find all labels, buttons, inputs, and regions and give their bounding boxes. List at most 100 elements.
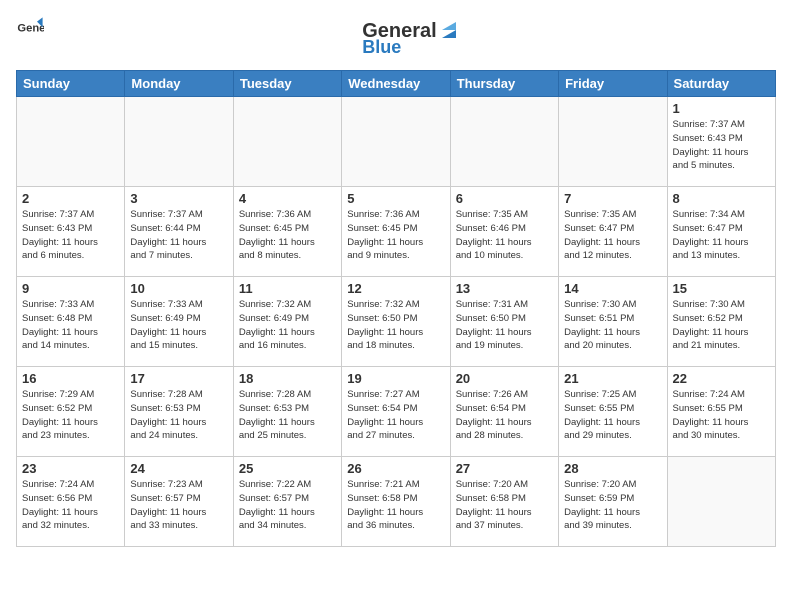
calendar-cell — [233, 97, 341, 187]
day-info: Sunrise: 7:23 AM Sunset: 6:57 PM Dayligh… — [130, 478, 227, 533]
header: General General Blue — [16, 16, 776, 58]
weekday-header-thursday: Thursday — [450, 71, 558, 97]
day-number: 25 — [239, 461, 336, 476]
day-info: Sunrise: 7:32 AM Sunset: 6:50 PM Dayligh… — [347, 298, 444, 353]
weekday-header-sunday: Sunday — [17, 71, 125, 97]
day-number: 1 — [673, 101, 770, 116]
day-info: Sunrise: 7:25 AM Sunset: 6:55 PM Dayligh… — [564, 388, 661, 443]
day-info: Sunrise: 7:37 AM Sunset: 6:43 PM Dayligh… — [673, 118, 770, 173]
calendar-cell: 17 Sunrise: 7:28 AM Sunset: 6:53 PM Dayli… — [125, 367, 233, 457]
day-info: Sunrise: 7:37 AM Sunset: 6:43 PM Dayligh… — [22, 208, 119, 263]
day-number: 28 — [564, 461, 661, 476]
calendar-cell: 18 Sunrise: 7:28 AM Sunset: 6:53 PM Dayli… — [233, 367, 341, 457]
week-row-4: 16Sunrise: 7:29 AM Sunset: 6:52 PM Dayli… — [17, 367, 776, 457]
day-number: 10 — [130, 281, 227, 296]
day-info: Sunrise: 7:30 AM Sunset: 6:51 PM Dayligh… — [564, 298, 661, 353]
day-info: Sunrise: 7:21 AM Sunset: 6:58 PM Dayligh… — [347, 478, 444, 533]
calendar-cell — [559, 97, 667, 187]
weekday-header-monday: Monday — [125, 71, 233, 97]
logo: General — [16, 16, 46, 44]
calendar-cell: 2 Sunrise: 7:37 AM Sunset: 6:43 PM Daylig… — [17, 187, 125, 277]
day-number: 22 — [673, 371, 770, 386]
calendar-cell: 20 Sunrise: 7:26 AM Sunset: 6:54 PM Dayli… — [450, 367, 558, 457]
day-number: 19 — [347, 371, 444, 386]
calendar-cell: 26 Sunrise: 7:21 AM Sunset: 6:58 PM Dayli… — [342, 457, 450, 547]
day-info: Sunrise: 7:28 AM Sunset: 6:53 PM Dayligh… — [130, 388, 227, 443]
day-info: Sunrise: 7:30 AM Sunset: 6:52 PM Dayligh… — [673, 298, 770, 353]
day-info: Sunrise: 7:36 AM Sunset: 6:45 PM Dayligh… — [239, 208, 336, 263]
day-info: Sunrise: 7:27 AM Sunset: 6:54 PM Dayligh… — [347, 388, 444, 443]
calendar-cell: 4 Sunrise: 7:36 AM Sunset: 6:45 PM Daylig… — [233, 187, 341, 277]
calendar-cell: 27 Sunrise: 7:20 AM Sunset: 6:58 PM Dayli… — [450, 457, 558, 547]
weekday-header-tuesday: Tuesday — [233, 71, 341, 97]
day-number: 24 — [130, 461, 227, 476]
day-info: Sunrise: 7:28 AM Sunset: 6:53 PM Dayligh… — [239, 388, 336, 443]
weekday-header-friday: Friday — [559, 71, 667, 97]
day-info: Sunrise: 7:36 AM Sunset: 6:45 PM Dayligh… — [347, 208, 444, 263]
calendar-cell: 23Sunrise: 7:24 AM Sunset: 6:56 PM Dayli… — [17, 457, 125, 547]
calendar-cell: 24 Sunrise: 7:23 AM Sunset: 6:57 PM Dayli… — [125, 457, 233, 547]
calendar-cell: 21 Sunrise: 7:25 AM Sunset: 6:55 PM Dayli… — [559, 367, 667, 457]
calendar-cell: 28 Sunrise: 7:20 AM Sunset: 6:59 PM Dayli… — [559, 457, 667, 547]
day-number: 9 — [22, 281, 119, 296]
calendar-cell: 25 Sunrise: 7:22 AM Sunset: 6:57 PM Dayli… — [233, 457, 341, 547]
calendar-cell — [450, 97, 558, 187]
day-info: Sunrise: 7:32 AM Sunset: 6:49 PM Dayligh… — [239, 298, 336, 353]
weekday-header-row: SundayMondayTuesdayWednesdayThursdayFrid… — [17, 71, 776, 97]
calendar-cell: 15 Sunrise: 7:30 AM Sunset: 6:52 PM Dayli… — [667, 277, 775, 367]
day-number: 6 — [456, 191, 553, 206]
week-row-5: 23Sunrise: 7:24 AM Sunset: 6:56 PM Dayli… — [17, 457, 776, 547]
weekday-header-saturday: Saturday — [667, 71, 775, 97]
day-number: 14 — [564, 281, 661, 296]
logo-icon: General — [16, 16, 44, 44]
calendar-cell: 9 Sunrise: 7:33 AM Sunset: 6:48 PM Daylig… — [17, 277, 125, 367]
day-info: Sunrise: 7:24 AM Sunset: 6:55 PM Dayligh… — [673, 388, 770, 443]
day-number: 3 — [130, 191, 227, 206]
day-number: 4 — [239, 191, 336, 206]
weekday-header-wednesday: Wednesday — [342, 71, 450, 97]
week-row-1: 1 Sunrise: 7:37 AM Sunset: 6:43 PM Daylig… — [17, 97, 776, 187]
day-number: 18 — [239, 371, 336, 386]
logo-blue: Blue — [362, 37, 401, 58]
calendar-cell: 8Sunrise: 7:34 AM Sunset: 6:47 PM Daylig… — [667, 187, 775, 277]
day-number: 2 — [22, 191, 119, 206]
calendar-cell: 6 Sunrise: 7:35 AM Sunset: 6:46 PM Daylig… — [450, 187, 558, 277]
day-number: 26 — [347, 461, 444, 476]
day-info: Sunrise: 7:20 AM Sunset: 6:58 PM Dayligh… — [456, 478, 553, 533]
calendar-cell: 5Sunrise: 7:36 AM Sunset: 6:45 PM Daylig… — [342, 187, 450, 277]
day-info: Sunrise: 7:33 AM Sunset: 6:48 PM Dayligh… — [22, 298, 119, 353]
day-number: 11 — [239, 281, 336, 296]
day-number: 27 — [456, 461, 553, 476]
calendar-cell — [342, 97, 450, 187]
day-info: Sunrise: 7:24 AM Sunset: 6:56 PM Dayligh… — [22, 478, 119, 533]
week-row-2: 2 Sunrise: 7:37 AM Sunset: 6:43 PM Daylig… — [17, 187, 776, 277]
week-row-3: 9 Sunrise: 7:33 AM Sunset: 6:48 PM Daylig… — [17, 277, 776, 367]
calendar-cell: 14 Sunrise: 7:30 AM Sunset: 6:51 PM Dayli… — [559, 277, 667, 367]
day-number: 17 — [130, 371, 227, 386]
calendar-cell: 13Sunrise: 7:31 AM Sunset: 6:50 PM Dayli… — [450, 277, 558, 367]
day-number: 20 — [456, 371, 553, 386]
day-number: 15 — [673, 281, 770, 296]
day-info: Sunrise: 7:37 AM Sunset: 6:44 PM Dayligh… — [130, 208, 227, 263]
day-number: 7 — [564, 191, 661, 206]
day-number: 8 — [673, 191, 770, 206]
day-info: Sunrise: 7:35 AM Sunset: 6:46 PM Dayligh… — [456, 208, 553, 263]
calendar-cell: 11 Sunrise: 7:32 AM Sunset: 6:49 PM Dayli… — [233, 277, 341, 367]
calendar-cell: 3 Sunrise: 7:37 AM Sunset: 6:44 PM Daylig… — [125, 187, 233, 277]
day-info: Sunrise: 7:20 AM Sunset: 6:59 PM Dayligh… — [564, 478, 661, 533]
day-info: Sunrise: 7:33 AM Sunset: 6:49 PM Dayligh… — [130, 298, 227, 353]
calendar-cell: 12 Sunrise: 7:32 AM Sunset: 6:50 PM Dayli… — [342, 277, 450, 367]
calendar-cell: 7 Sunrise: 7:35 AM Sunset: 6:47 PM Daylig… — [559, 187, 667, 277]
day-number: 13 — [456, 281, 553, 296]
day-info: Sunrise: 7:35 AM Sunset: 6:47 PM Dayligh… — [564, 208, 661, 263]
calendar-cell: 1 Sunrise: 7:37 AM Sunset: 6:43 PM Daylig… — [667, 97, 775, 187]
calendar-cell: 16Sunrise: 7:29 AM Sunset: 6:52 PM Dayli… — [17, 367, 125, 457]
day-number: 21 — [564, 371, 661, 386]
day-info: Sunrise: 7:29 AM Sunset: 6:52 PM Dayligh… — [22, 388, 119, 443]
calendar-cell — [125, 97, 233, 187]
day-info: Sunrise: 7:26 AM Sunset: 6:54 PM Dayligh… — [456, 388, 553, 443]
calendar: SundayMondayTuesdayWednesdayThursdayFrid… — [16, 70, 776, 547]
calendar-cell — [17, 97, 125, 187]
day-info: Sunrise: 7:22 AM Sunset: 6:57 PM Dayligh… — [239, 478, 336, 533]
day-number: 12 — [347, 281, 444, 296]
